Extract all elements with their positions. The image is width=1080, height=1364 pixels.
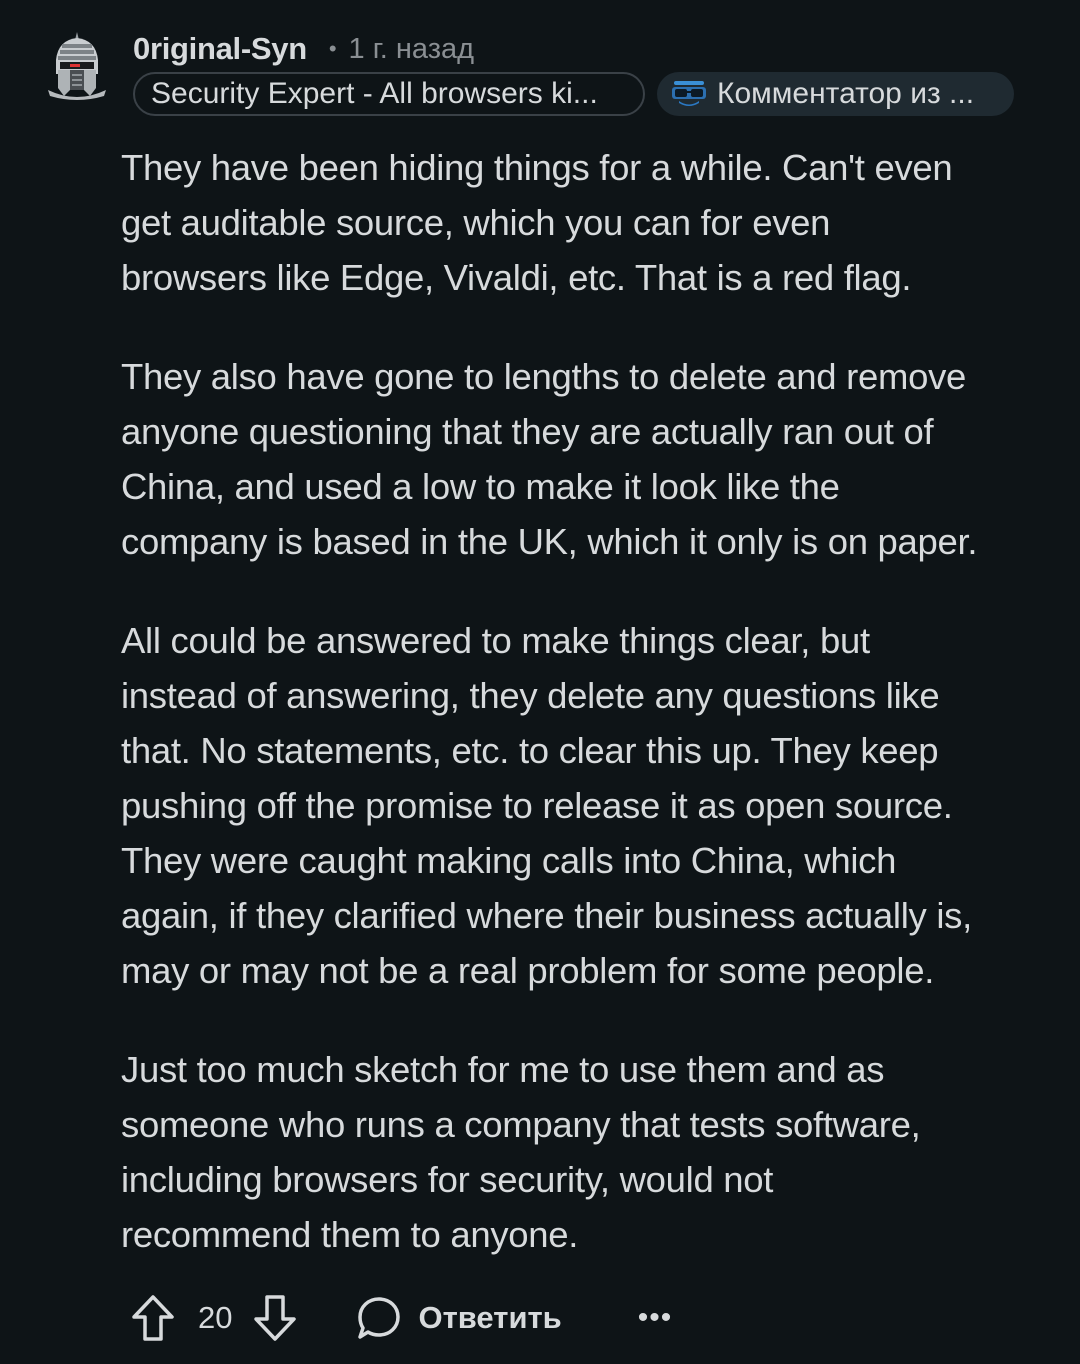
achievement-flair-label: Комментатор из ... [717, 77, 975, 110]
vote-score: 20 [198, 1300, 233, 1335]
upvote-icon[interactable] [130, 1293, 176, 1343]
author-name[interactable]: 0riginal-Syn [133, 31, 307, 67]
more-options-button[interactable]: ••• [638, 1301, 673, 1335]
reply-button[interactable]: Ответить [356, 1295, 562, 1341]
achievement-flair[interactable]: Комментатор из ... [657, 72, 1014, 116]
speech-bubble-icon [358, 1297, 401, 1339]
comment-header: 0riginal-Syn • 1 г. назад [133, 28, 474, 70]
user-flair-label: Security Expert - All browsers ki... [151, 77, 598, 110]
comment-body: They have been hiding things for a while… [121, 140, 1041, 1306]
comment-actions: 20 Ответить ••• [130, 1290, 672, 1346]
cylon-helmet-icon [48, 32, 106, 100]
downvote-icon[interactable] [252, 1293, 298, 1343]
avatar[interactable] [46, 30, 108, 100]
comment: 0riginal-Syn • 1 г. назад Security Exper… [0, 0, 1080, 1364]
reply-label: Ответить [418, 1300, 562, 1335]
timestamp: 1 г. назад [348, 32, 475, 65]
comment-paragraph-2: They also have gone to lengths to delete… [121, 356, 978, 562]
comment-paragraph-1: They have been hiding things for a while… [121, 147, 953, 298]
comment-paragraph-3: All could be answered to make things cle… [121, 620, 972, 991]
user-flair[interactable]: Security Expert - All browsers ki... [133, 72, 645, 116]
comment-paragraph-4: Just too much sketch for me to use them … [121, 1049, 921, 1255]
separator-dot: • [328, 36, 337, 61]
sunglasses-emoji-icon [672, 81, 706, 106]
